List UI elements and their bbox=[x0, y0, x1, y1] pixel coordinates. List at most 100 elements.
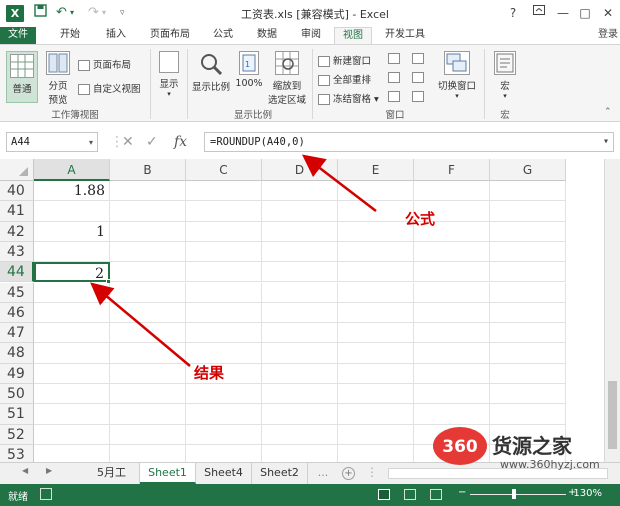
cell-c48[interactable] bbox=[186, 343, 262, 364]
custom-views-button[interactable]: 自定义视图 bbox=[78, 81, 141, 95]
cell-a52[interactable] bbox=[34, 424, 110, 445]
column-header-a[interactable]: A bbox=[34, 159, 110, 181]
column-header-d[interactable]: D bbox=[262, 159, 338, 181]
undo-dropdown-icon[interactable]: ▾ bbox=[70, 4, 74, 22]
cell-g42[interactable] bbox=[490, 221, 566, 242]
cell-c44[interactable] bbox=[186, 262, 262, 283]
cell-b52[interactable] bbox=[110, 424, 186, 445]
cell-f48[interactable] bbox=[414, 343, 490, 364]
formula-input[interactable]: =ROUNDUP(A40,0) ▾ bbox=[204, 132, 614, 152]
cell-b53[interactable] bbox=[110, 444, 186, 462]
cell-c52[interactable] bbox=[186, 424, 262, 445]
column-header-b[interactable]: B bbox=[110, 159, 186, 181]
cell-b51[interactable] bbox=[110, 404, 186, 425]
cell-c51[interactable] bbox=[186, 404, 262, 425]
vertical-scroll-thumb[interactable] bbox=[608, 381, 617, 449]
page-break-preview-button[interactable]: 分页 预览 bbox=[42, 51, 74, 106]
zoom-to-selection-button[interactable]: 缩放到 选定区域 bbox=[266, 51, 308, 106]
cell-e41[interactable] bbox=[338, 201, 414, 222]
cell-e53[interactable] bbox=[338, 444, 414, 462]
cell-g40[interactable] bbox=[490, 181, 566, 202]
cell-b50[interactable] bbox=[110, 384, 186, 405]
cell-c47[interactable] bbox=[186, 323, 262, 344]
cell-c45[interactable] bbox=[186, 282, 262, 303]
cell-a51[interactable] bbox=[34, 404, 110, 425]
cell-g41[interactable] bbox=[490, 201, 566, 222]
arrange-all-button[interactable]: 全部重排 bbox=[318, 72, 371, 86]
cell-b49[interactable] bbox=[110, 363, 186, 384]
cell-d48[interactable] bbox=[262, 343, 338, 364]
sheet-tab-may-salary[interactable]: 5月工资 bbox=[84, 463, 140, 499]
cell-e51[interactable] bbox=[338, 404, 414, 425]
zoom-100-button[interactable]: 1 100% bbox=[234, 51, 264, 89]
column-header-g[interactable]: G bbox=[490, 159, 566, 181]
cell-a40[interactable]: 1.88 bbox=[34, 181, 110, 202]
cell-e46[interactable] bbox=[338, 302, 414, 324]
cell-f51[interactable] bbox=[414, 404, 490, 425]
cell-e52[interactable] bbox=[338, 424, 414, 445]
cell-g48[interactable] bbox=[490, 343, 566, 364]
new-window-button[interactable]: 新建窗口 bbox=[318, 53, 371, 67]
close-button[interactable]: ✕ bbox=[597, 3, 619, 23]
save-icon[interactable] bbox=[34, 4, 47, 22]
unhide-button[interactable] bbox=[388, 91, 403, 102]
row-header[interactable]: 43 bbox=[0, 241, 34, 263]
row-header[interactable]: 42 bbox=[0, 221, 34, 242]
cell-f45[interactable] bbox=[414, 282, 490, 303]
zoom-level[interactable]: 130% bbox=[573, 488, 602, 499]
row-header[interactable]: 47 bbox=[0, 323, 34, 344]
cell-f49[interactable] bbox=[414, 363, 490, 384]
cell-d47[interactable] bbox=[262, 323, 338, 344]
page-break-status-icon[interactable] bbox=[430, 489, 442, 500]
cell-a43[interactable] bbox=[34, 241, 110, 263]
redo-dropdown-icon[interactable]: ▾ bbox=[102, 4, 106, 22]
cell-b46[interactable] bbox=[110, 302, 186, 324]
help-button[interactable]: ? bbox=[502, 3, 524, 23]
tab-review[interactable]: 审阅 bbox=[294, 27, 328, 44]
more-sheets-button[interactable]: ... bbox=[312, 463, 334, 484]
cell-f46[interactable] bbox=[414, 302, 490, 324]
cell-e42[interactable] bbox=[338, 221, 414, 242]
view-side-by-side-button[interactable] bbox=[412, 53, 427, 64]
cell-g47[interactable] bbox=[490, 323, 566, 344]
zoom-out-icon[interactable]: − bbox=[458, 487, 466, 498]
tab-developer[interactable]: 开发工具 bbox=[380, 27, 430, 44]
tab-split-handle-icon[interactable]: ⋮ bbox=[366, 465, 378, 479]
cell-d49[interactable] bbox=[262, 363, 338, 384]
synchronous-scrolling-button[interactable] bbox=[412, 72, 427, 83]
split-button[interactable] bbox=[388, 53, 403, 64]
cell-e40[interactable] bbox=[338, 181, 414, 202]
row-header[interactable]: 48 bbox=[0, 343, 34, 364]
name-box[interactable]: A44 bbox=[6, 132, 98, 152]
cell-b45[interactable] bbox=[110, 282, 186, 303]
sheet-scroll-left-icon[interactable]: ◀ bbox=[22, 466, 28, 475]
cell-g43[interactable] bbox=[490, 241, 566, 263]
cell-a45[interactable] bbox=[34, 282, 110, 303]
row-header[interactable]: 45 bbox=[0, 282, 34, 303]
page-layout-view-button[interactable]: 页面布局 bbox=[78, 57, 131, 71]
cell-d50[interactable] bbox=[262, 384, 338, 405]
row-header[interactable]: 49 bbox=[0, 363, 34, 384]
cell-d44[interactable] bbox=[262, 262, 338, 283]
tab-home[interactable]: 开始 bbox=[52, 27, 88, 44]
cell-d52[interactable] bbox=[262, 424, 338, 445]
zoom-slider[interactable] bbox=[470, 494, 566, 495]
cell-d53[interactable] bbox=[262, 444, 338, 462]
select-all-corner[interactable] bbox=[0, 159, 34, 181]
tab-formulas[interactable]: 公式 bbox=[206, 27, 240, 44]
column-header-f[interactable]: F bbox=[414, 159, 490, 181]
cell-a48[interactable] bbox=[34, 343, 110, 364]
row-header[interactable]: 46 bbox=[0, 302, 34, 324]
tab-view[interactable]: 视图 bbox=[334, 27, 372, 44]
freeze-panes-button[interactable]: 冻结窗格 ▾ bbox=[318, 91, 379, 105]
zoom-slider-knob[interactable] bbox=[512, 489, 516, 499]
column-header-e[interactable]: E bbox=[338, 159, 414, 181]
redo-icon[interactable]: ↷ bbox=[88, 4, 99, 22]
macro-record-icon[interactable] bbox=[40, 488, 52, 500]
minimize-button[interactable]: — bbox=[552, 3, 574, 23]
cell-g45[interactable] bbox=[490, 282, 566, 303]
cell-e45[interactable] bbox=[338, 282, 414, 303]
cell-c41[interactable] bbox=[186, 201, 262, 222]
page-layout-status-icon[interactable] bbox=[404, 489, 416, 500]
row-header[interactable]: 44 bbox=[0, 262, 34, 283]
